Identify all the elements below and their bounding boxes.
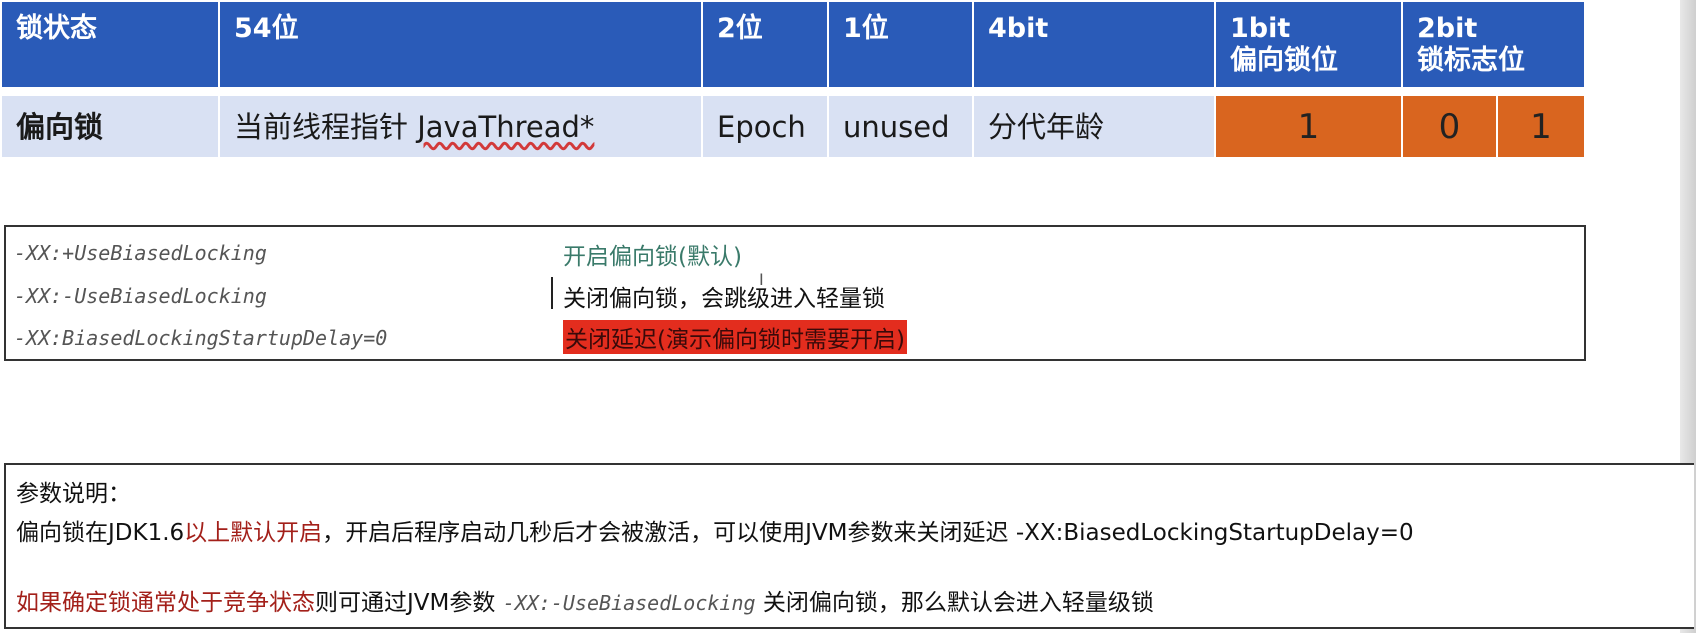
row-thread-pointer-type: JavaThread* (417, 109, 595, 144)
explanation-line-2-highlight: 如果确定锁通常处于竞争状态 (16, 590, 315, 616)
row-lock-state: 偏向锁 (2, 96, 218, 157)
lock-flag-bit-1-value: 0 (1438, 106, 1461, 147)
explanation-line-1-highlight: 以上默认开启 (184, 520, 323, 546)
row-unused: unused (829, 96, 972, 157)
header-4-bits: 4bit (974, 2, 1214, 87)
header-lock-state-label: 锁状态 (16, 13, 97, 44)
header-1-bit: 1位 (829, 2, 972, 87)
header-54-bits: 54位 (220, 2, 701, 87)
jvm-desc-startup-delay: 关闭延迟(演示偏向锁时需要开启) (563, 320, 907, 354)
explanation-line-2: 如果确定锁通常处于竞争状态则可通过JVM参数 -XX:-UseBiasedLoc… (16, 583, 1154, 617)
row-thread-pointer: 当前线程指针 JavaThread* (220, 96, 701, 157)
biased-bit-value: 1 (1297, 106, 1320, 147)
header-biased-bit-size: 1bit (1230, 13, 1291, 44)
biased-bit-value-cell: 1 (1216, 96, 1401, 157)
header-biased-bit-label: 偏向锁位 (1230, 45, 1338, 76)
row-generation-age: 分代年龄 (974, 96, 1214, 157)
text-cursor-icon: I (759, 270, 764, 289)
jvm-params-box: -XX:+UseBiasedLocking 开启偏向锁(默认) -XX:-Use… (4, 225, 1586, 361)
explanation-line-2-flag: -XX:-UseBiasedLocking (502, 591, 756, 615)
header-lock-flag-bits: 2bit 锁标志位 (1403, 2, 1584, 87)
explanation-line-1: 偏向锁在JDK1.6以上默认开启，开启后程序启动几秒后才会被激活，可以使用JVM… (16, 513, 1414, 547)
row-thread-pointer-prefix: 当前线程指针 (234, 109, 418, 144)
header-54-bits-label: 54位 (234, 13, 299, 44)
header-lock-flag-label: 锁标志位 (1417, 45, 1525, 76)
header-4-bits-label: 4bit (988, 13, 1049, 44)
header-lock-flag-size: 2bit (1417, 13, 1478, 44)
explanation-line-2-part-2: 关闭偏向锁，那么默认会进入轻量级锁 (755, 590, 1154, 616)
mark-word-table: 锁状态 54位 2位 1位 4bit 1bit 偏向锁位 2bit 锁标志位 偏… (2, 2, 1584, 157)
header-2-bits-label: 2位 (717, 13, 763, 44)
lock-flag-bit-1-cell: 0 (1403, 96, 1496, 157)
jvm-desc-enable-biased: 开启偏向锁(默认) (563, 244, 742, 270)
explanation-line-2-part-1: 则可通过JVM参数 (315, 590, 503, 616)
row-unused-value: unused (843, 109, 950, 144)
row-epoch: Epoch (703, 96, 827, 157)
jvm-flag-startup-delay: -XX:BiasedLockingStartupDelay=0 (14, 326, 388, 350)
row-epoch-value: Epoch (717, 109, 806, 144)
header-biased-bit: 1bit 偏向锁位 (1216, 2, 1401, 87)
header-2-bits: 2位 (703, 2, 827, 87)
lock-flag-bit-2-cell: 1 (1498, 96, 1584, 157)
header-1-bit-label: 1位 (843, 13, 889, 44)
jvm-flag-disable-biased: -XX:-UseBiasedLocking (14, 284, 267, 308)
row-lock-state-value: 偏向锁 (16, 109, 104, 144)
row-generation-age-value: 分代年龄 (988, 109, 1105, 144)
header-lock-state: 锁状态 (2, 2, 218, 87)
parameter-explanation-box: 参数说明： 偏向锁在JDK1.6以上默认开启，开启后程序启动几秒后才会被激活，可… (4, 463, 1694, 629)
explanation-line-1-part-1: 偏向锁在JDK1.6 (16, 520, 185, 546)
jvm-desc-disable-biased: 关闭偏向锁，会跳级进入轻量锁 (563, 286, 885, 312)
text-caret (551, 277, 553, 309)
jvm-flag-enable-biased: -XX:+UseBiasedLocking (14, 241, 267, 265)
explanation-line-1-part-2: ，开启后程序启动几秒后才会被激活，可以使用JVM参数来关闭延迟 -XX:Bias… (322, 520, 1414, 546)
lock-flag-bit-2-value: 1 (1530, 106, 1552, 147)
explanation-title: 参数说明： (16, 481, 131, 507)
